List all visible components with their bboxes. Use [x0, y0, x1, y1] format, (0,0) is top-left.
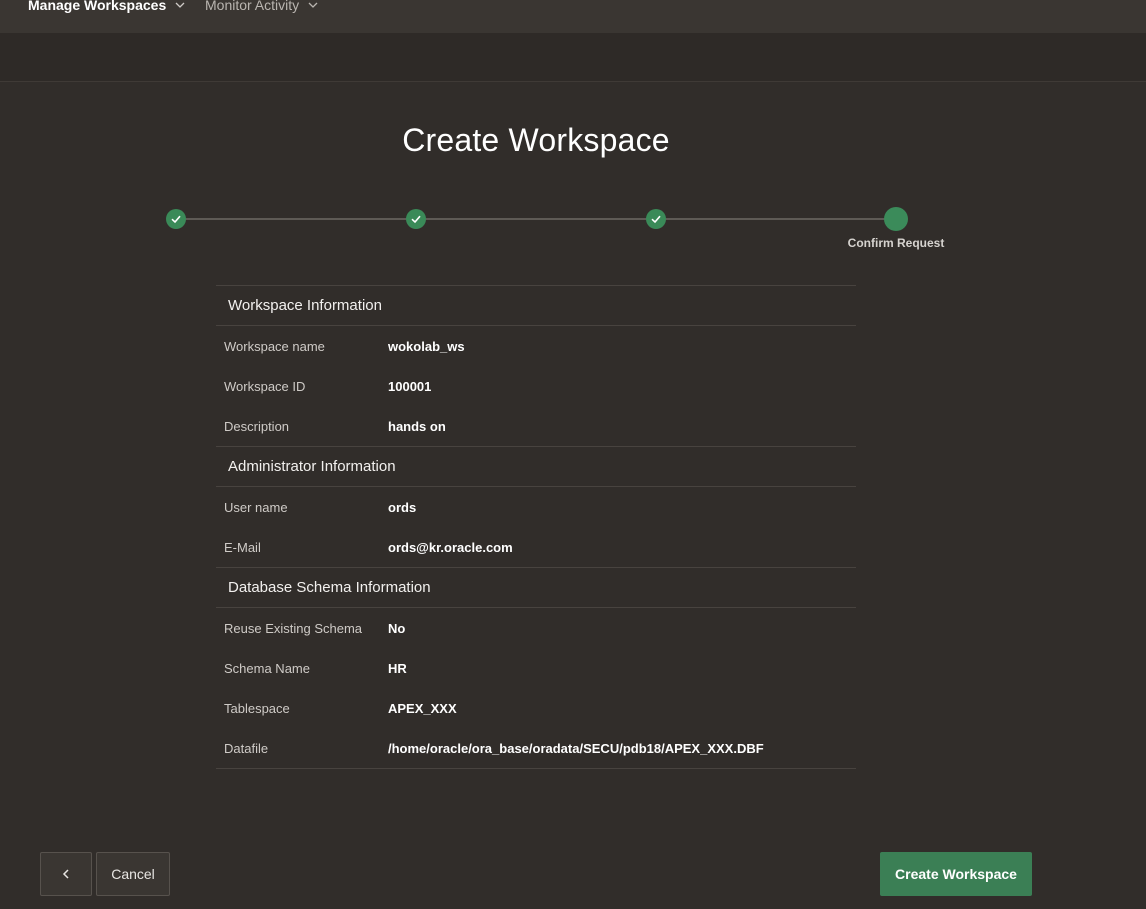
cancel-button-label: Cancel — [111, 866, 155, 882]
summary-row-email: E-Mail ords@kr.oracle.com — [216, 527, 856, 567]
summary-row-reuse-schema: Reuse Existing Schema No — [216, 608, 856, 648]
wizard-current-step-label: Confirm Request — [847, 236, 945, 250]
create-workspace-button-label: Create Workspace — [895, 866, 1017, 882]
row-value: APEX_XXX — [388, 700, 457, 716]
nav-manage-workspaces[interactable]: Manage Workspaces — [28, 0, 186, 13]
wizard-track — [176, 218, 896, 220]
check-icon — [411, 215, 421, 224]
summary-row-workspace-id: Workspace ID 100001 — [216, 366, 856, 406]
wizard-step-4-current — [884, 207, 908, 231]
nav-monitor-activity[interactable]: Monitor Activity — [205, 0, 319, 13]
row-value: wokolab_ws — [388, 338, 465, 354]
row-value: 100001 — [388, 378, 432, 394]
chevron-left-icon — [62, 869, 69, 879]
row-label: Reuse Existing Schema — [224, 620, 363, 636]
previous-button[interactable] — [40, 852, 92, 896]
summary-row-schema-name: Schema Name HR — [216, 648, 856, 688]
page-title: Create Workspace — [402, 122, 670, 158]
check-icon — [171, 215, 181, 224]
row-value: /home/oracle/ora_base/oradata/SECU/pdb18… — [388, 740, 764, 756]
summary-row-workspace-name: Workspace name wokolab_ws — [216, 326, 856, 366]
cancel-button[interactable]: Cancel — [96, 852, 170, 896]
create-workspace-button[interactable]: Create Workspace — [880, 852, 1032, 896]
nav-manage-label: Manage Workspaces — [28, 0, 167, 13]
confirmation-summary: Workspace Information Workspace name wok… — [216, 285, 856, 769]
row-label: Tablespace — [224, 700, 290, 716]
check-icon — [651, 215, 661, 224]
section-workspace-title: Workspace Information — [216, 285, 856, 326]
summary-row-description: Description hands on — [216, 406, 856, 446]
row-value: hands on — [388, 418, 446, 434]
wizard-step-2-complete — [406, 209, 426, 229]
row-label: E-Mail — [224, 539, 261, 555]
chevron-down-icon — [175, 2, 185, 8]
row-label: Description — [224, 418, 290, 434]
row-value: HR — [388, 660, 407, 676]
summary-row-tablespace: Tablespace APEX_XXX — [216, 688, 856, 728]
row-value: ords@kr.oracle.com — [388, 539, 513, 555]
row-label: Schema Name — [224, 660, 310, 676]
section-schema-title: Database Schema Information — [216, 567, 856, 608]
summary-divider — [216, 768, 856, 769]
section-admin-title: Administrator Information — [216, 446, 856, 487]
summary-row-user-name: User name ords — [216, 487, 856, 527]
top-navigation-bar: Manage Workspaces Monitor Activity — [0, 0, 1146, 33]
summary-row-datafile: Datafile /home/oracle/ora_base/oradata/S… — [216, 728, 856, 768]
row-label: Workspace name — [224, 338, 325, 354]
row-label: Datafile — [224, 740, 269, 756]
nav-monitor-label: Monitor Activity — [205, 0, 300, 13]
row-value: ords — [388, 499, 417, 515]
breadcrumb-bar — [0, 33, 1146, 82]
chevron-down-icon — [308, 2, 318, 8]
row-label: Workspace ID — [224, 378, 306, 394]
row-label: User name — [224, 499, 288, 515]
wizard-step-3-complete — [646, 209, 666, 229]
wizard-step-1-complete — [166, 209, 186, 229]
row-value: No — [388, 620, 406, 636]
